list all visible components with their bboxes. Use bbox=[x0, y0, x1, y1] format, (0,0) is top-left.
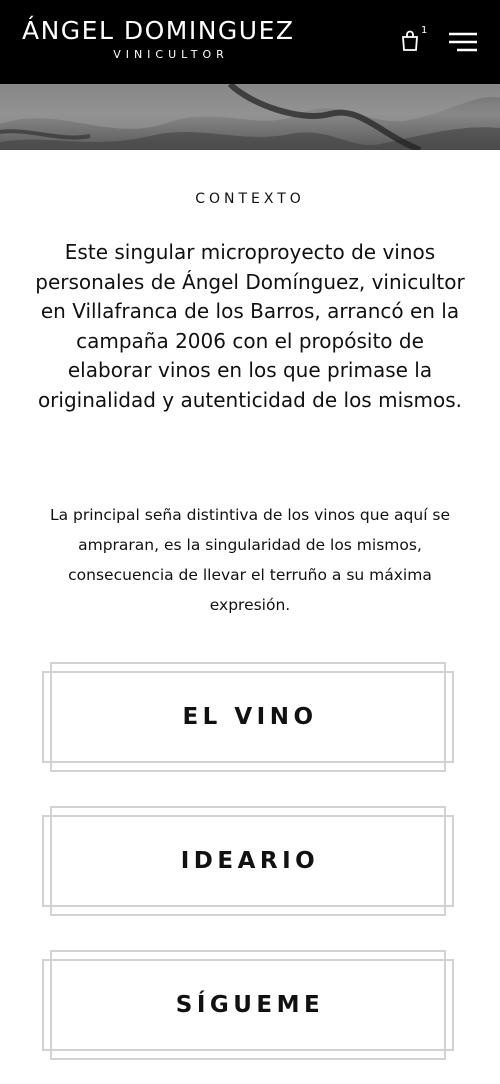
hamburger-menu-icon bbox=[449, 32, 477, 52]
body-paragraph: La principal seña distintiva de los vino… bbox=[49, 506, 451, 614]
brand-subtitle: VINICULTOR bbox=[113, 48, 229, 61]
hero-image bbox=[0, 84, 500, 150]
nav-link-label: EL VINO bbox=[182, 704, 318, 730]
nav-link-label: IDEARIO bbox=[180, 848, 320, 874]
nav-link-sigueme[interactable]: SÍGUEME bbox=[40, 950, 460, 1060]
nav-link-ideario[interactable]: IDEARIO bbox=[40, 806, 460, 916]
hero-photo-texture bbox=[0, 84, 500, 150]
nav-link-label: SÍGUEME bbox=[175, 992, 325, 1018]
brand-title: ÁNGEL DOMINGUEZ bbox=[22, 16, 295, 45]
section-eyebrow: CONTEXTO bbox=[195, 191, 305, 207]
cart-button[interactable]: 1 bbox=[398, 26, 430, 58]
menu-button[interactable] bbox=[446, 28, 480, 56]
nav-link-el-vino[interactable]: EL VINO bbox=[40, 662, 460, 772]
shopping-bag-icon bbox=[402, 30, 418, 51]
site-header: ÁNGEL DOMINGUEZ VINICULTOR 1 bbox=[0, 0, 500, 84]
cart-count-badge: 1 bbox=[421, 25, 428, 36]
lead-paragraph: Este singular microproyecto de vinos per… bbox=[35, 240, 465, 412]
brand-logo[interactable]: ÁNGEL DOMINGUEZ VINICULTOR bbox=[22, 16, 312, 62]
